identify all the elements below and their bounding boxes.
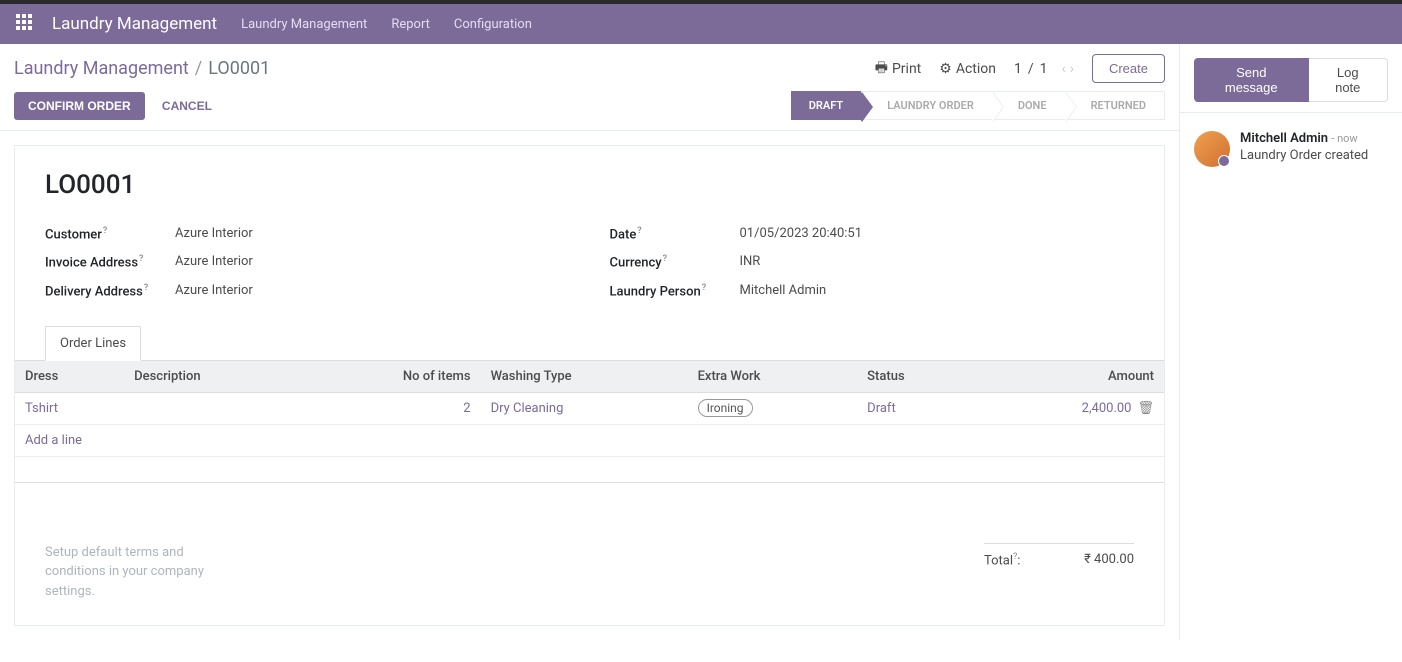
label-laundry-person: Laundry Person? xyxy=(610,283,740,299)
total-label: Total xyxy=(984,553,1013,568)
app-title[interactable]: Laundry Management xyxy=(52,14,217,34)
pager-prev-icon[interactable]: ‹ xyxy=(1062,61,1066,77)
tag-extra-work[interactable]: Ironing xyxy=(698,399,753,417)
cell-extra-work[interactable]: Ironing xyxy=(688,392,858,424)
terms-placeholder[interactable]: Setup default terms and conditions in yo… xyxy=(45,543,225,602)
breadcrumb: Laundry Management / LO0001 xyxy=(14,58,270,79)
value-laundry-person[interactable]: Mitchell Admin xyxy=(740,283,827,299)
message-text: Laundry Order created xyxy=(1240,148,1368,163)
statusbar: CONFIRM ORDER CANCEL DRAFT LAUNDRY ORDER… xyxy=(0,89,1179,131)
print-button[interactable]: 🖶 Print xyxy=(875,57,922,81)
value-customer[interactable]: Azure Interior xyxy=(175,226,253,242)
col-no-items[interactable]: No of items xyxy=(301,360,480,392)
label-date: Date? xyxy=(610,226,740,242)
nav-laundry-management[interactable]: Laundry Management xyxy=(241,17,367,32)
cancel-button[interactable]: CANCEL xyxy=(162,99,212,113)
status-steps: DRAFT LAUNDRY ORDER DONE RETURNED xyxy=(791,91,1165,120)
value-delivery-address[interactable]: Azure Interior xyxy=(175,283,253,299)
pager-current[interactable]: 1 xyxy=(1014,61,1022,77)
total-box: Total?: ₹ 400.00 xyxy=(984,543,1134,568)
add-line-row[interactable]: Add a line xyxy=(15,424,1164,456)
confirm-order-button[interactable]: CONFIRM ORDER xyxy=(14,92,145,120)
message-item: Mitchell Admin - now Laundry Order creat… xyxy=(1180,113,1402,185)
record-title: LO0001 xyxy=(15,170,1164,220)
status-laundry-order[interactable]: LAUNDRY ORDER xyxy=(861,91,992,120)
col-description[interactable]: Description xyxy=(124,360,301,392)
status-draft[interactable]: DRAFT xyxy=(791,91,861,120)
cell-status[interactable]: Draft xyxy=(857,392,975,424)
col-washing-type[interactable]: Washing Type xyxy=(481,360,688,392)
breadcrumb-sep: / xyxy=(195,58,202,79)
create-button[interactable]: Create xyxy=(1092,54,1165,83)
message-time: - now xyxy=(1331,132,1357,145)
tab-order-lines[interactable]: Order Lines xyxy=(45,326,141,361)
gear-icon: ⚙ xyxy=(939,61,952,77)
pager-next-icon[interactable]: › xyxy=(1070,61,1074,77)
chatter-sidebar: Send message Log note Mitchell Admin - n… xyxy=(1180,44,1402,640)
main-navbar: Laundry Management Laundry Management Re… xyxy=(0,4,1402,44)
message-author[interactable]: Mitchell Admin xyxy=(1240,131,1328,146)
col-amount[interactable]: Amount xyxy=(975,360,1164,392)
trash-icon[interactable]: 🗑 xyxy=(1137,401,1154,416)
add-line-link[interactable]: Add a line xyxy=(15,424,1164,456)
label-currency: Currency? xyxy=(610,254,740,270)
value-invoice-address[interactable]: Azure Interior xyxy=(175,254,253,270)
value-currency[interactable]: INR xyxy=(740,254,761,270)
label-customer: Customer? xyxy=(45,226,175,242)
pager: 1 / 1 ‹ › xyxy=(1014,61,1074,77)
print-icon: 🖶 xyxy=(875,57,888,81)
table-row[interactable]: Tshirt 2 Dry Cleaning Ironing Draft 2,40… xyxy=(15,392,1164,424)
form-sheet: LO0001 Customer? Azure Interior Invoice … xyxy=(14,145,1165,626)
avatar[interactable] xyxy=(1194,131,1230,167)
breadcrumb-current: LO0001 xyxy=(208,58,270,79)
col-dress[interactable]: Dress xyxy=(15,360,124,392)
label-delivery-address: Delivery Address? xyxy=(45,283,175,299)
col-status[interactable]: Status xyxy=(857,360,975,392)
label-invoice-address: Invoice Address? xyxy=(45,254,175,270)
send-message-button[interactable]: Send message xyxy=(1194,58,1309,102)
log-note-button[interactable]: Log note xyxy=(1309,58,1388,102)
cell-amount[interactable]: 2,400.00🗑 xyxy=(975,392,1164,424)
cell-no-items[interactable]: 2 xyxy=(301,392,480,424)
cell-dress[interactable]: Tshirt xyxy=(15,392,124,424)
apps-grid-icon[interactable] xyxy=(16,14,36,34)
nav-report[interactable]: Report xyxy=(391,17,430,32)
value-date[interactable]: 01/05/2023 20:40:51 xyxy=(740,226,863,242)
col-extra-work[interactable]: Extra Work xyxy=(688,360,858,392)
total-value: ₹ 400.00 xyxy=(1084,552,1134,568)
cell-description[interactable] xyxy=(124,392,301,424)
cell-washing-type[interactable]: Dry Cleaning xyxy=(481,392,688,424)
order-lines-table: Dress Description No of items Washing Ty… xyxy=(15,360,1164,483)
nav-configuration[interactable]: Configuration xyxy=(454,17,532,32)
pager-total: 1 xyxy=(1040,61,1048,77)
control-panel: Laundry Management / LO0001 🖶 Print ⚙ Ac… xyxy=(0,44,1179,89)
action-button[interactable]: ⚙ Action xyxy=(939,61,996,77)
breadcrumb-parent[interactable]: Laundry Management xyxy=(14,58,189,79)
status-returned[interactable]: RETURNED xyxy=(1065,91,1165,120)
